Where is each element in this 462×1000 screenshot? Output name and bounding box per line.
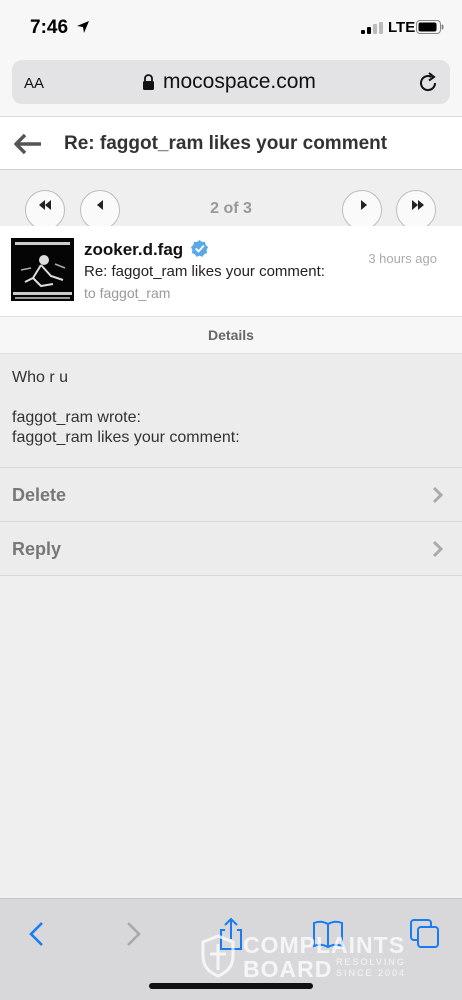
- last-page-button[interactable]: [396, 190, 436, 226]
- reply-button[interactable]: Reply: [0, 521, 462, 576]
- watermark-tagline1: RESOLVING: [336, 957, 406, 967]
- message-recipient: to faggot_ram: [84, 285, 171, 301]
- chevron-right-icon: [432, 486, 444, 504]
- complaints-board-watermark: COMPLAINTS BOARD RESOLVING SINCE 2004: [200, 932, 420, 982]
- message-timestamp: 3 hours ago: [368, 251, 437, 266]
- message-body-line: Who r u: [12, 369, 69, 386]
- message-pager: 2 of 3: [0, 170, 462, 226]
- next-page-icon: [361, 200, 367, 210]
- back-arrow-icon[interactable]: [14, 133, 42, 155]
- quoted-text-line: faggot_ram likes your comment:: [12, 429, 240, 446]
- quoted-author-line: faggot_ram wrote:: [12, 409, 141, 426]
- status-time: 7:46: [30, 17, 69, 38]
- page-title: Re: faggot_ram likes your comment: [64, 133, 388, 154]
- lock-icon: [143, 74, 154, 90]
- empty-content-area: [0, 576, 462, 898]
- address-bar[interactable]: AA mocospace.com: [12, 60, 450, 104]
- watermark-tagline2: SINCE 2004: [336, 968, 407, 978]
- shield-logo-icon: [201, 934, 235, 978]
- details-label: Details: [208, 327, 254, 343]
- browser-address-area: AA mocospace.com: [0, 54, 462, 116]
- watermark-line2: BOARD: [243, 956, 333, 982]
- text-size-label: AA: [24, 75, 45, 92]
- signal-icon: [361, 22, 383, 34]
- avatar[interactable]: [11, 238, 74, 301]
- watermark-line1: COMPLAINTS: [243, 932, 406, 958]
- delete-button[interactable]: Delete: [0, 467, 462, 521]
- details-bar[interactable]: Details: [0, 316, 462, 354]
- reload-icon[interactable]: [417, 72, 439, 94]
- avatar-image: [11, 238, 74, 301]
- page-indicator: 2 of 3: [210, 200, 252, 217]
- page-header: Re: faggot_ram likes your comment: [0, 116, 462, 170]
- chevron-right-icon: [432, 540, 444, 558]
- text-size-button[interactable]: AA: [24, 71, 44, 94]
- delete-label: Delete: [12, 485, 67, 505]
- home-indicator: [149, 983, 313, 989]
- verified-badge-icon: [190, 239, 208, 257]
- network-label: LTE: [388, 19, 416, 36]
- domain-label[interactable]: mocospace.com: [163, 70, 316, 94]
- reply-label: Reply: [12, 539, 62, 559]
- forward-icon[interactable]: [116, 917, 150, 951]
- sender-row: zooker.d.fag: [84, 239, 209, 263]
- location-arrow-icon: [77, 21, 89, 33]
- back-icon[interactable]: [20, 917, 54, 951]
- message-subject: Re: faggot_ram likes your comment:: [84, 263, 325, 280]
- battery-icon: [416, 20, 444, 34]
- message-body: Who r u faggot_ram wrote: faggot_ram lik…: [0, 354, 462, 467]
- sender-name[interactable]: zooker.d.fag: [84, 240, 183, 259]
- status-bar: 7:46 LTE: [0, 0, 462, 54]
- message-header: zooker.d.fag Re: faggot_ram likes your c…: [0, 226, 462, 316]
- next-page-button[interactable]: [342, 190, 382, 226]
- last-page-icon: [412, 200, 424, 210]
